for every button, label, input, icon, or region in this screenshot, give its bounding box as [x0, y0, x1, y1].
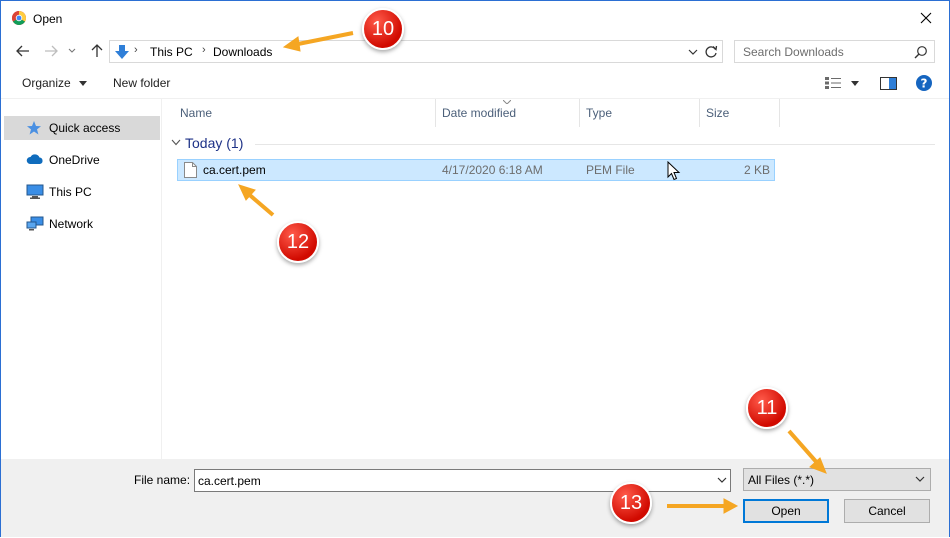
chevron-down-icon[interactable]: [716, 473, 728, 487]
chevron-down-icon: [68, 48, 76, 53]
column-header-type[interactable]: Type: [580, 99, 700, 127]
nav-item-onedrive[interactable]: OneDrive: [4, 148, 160, 172]
chevron-down-icon: [915, 476, 925, 482]
file-name-input[interactable]: ca.cert.pem: [194, 469, 731, 492]
address-bar[interactable]: › This PC › Downloads: [109, 40, 723, 63]
column-header-date-modified[interactable]: Date modified: [436, 99, 580, 127]
open-button[interactable]: Open: [743, 499, 829, 523]
chrome-icon: [12, 11, 26, 25]
command-bar: Organize New folder ?: [1, 67, 949, 99]
chevron-down-icon[interactable]: [171, 139, 181, 147]
network-icon: [26, 216, 44, 231]
downloads-folder-icon: [115, 45, 129, 59]
navigation-row: › This PC › Downloads Search Downloads: [1, 35, 949, 67]
window-title: Open: [33, 12, 63, 26]
search-icon: [914, 46, 927, 59]
annotation-badge-11: 11: [746, 387, 788, 429]
file-date-cell: 4/17/2020 6:18 AM: [442, 163, 543, 177]
file-name-value: ca.cert.pem: [198, 474, 261, 488]
file-row[interactable]: ca.cert.pem 4/17/2020 6:18 AM PEM File 2…: [177, 159, 775, 181]
nav-item-label: Quick access: [49, 121, 121, 135]
nav-item-label: OneDrive: [49, 153, 100, 167]
search-input[interactable]: Search Downloads: [734, 40, 935, 63]
breadcrumb-separator-icon: ›: [202, 44, 206, 56]
file-list: Name Date modified Type Size Today (1) c…: [163, 99, 949, 459]
organize-button[interactable]: Organize: [22, 76, 88, 90]
caret-down-icon: [79, 81, 88, 87]
organize-label: Organize: [22, 76, 71, 90]
breadcrumb-this-pc[interactable]: This PC: [150, 45, 193, 59]
star-icon: [27, 121, 41, 135]
column-header-label: Name: [180, 106, 213, 120]
up-button[interactable]: [87, 41, 107, 61]
column-header-name[interactable]: Name: [163, 99, 436, 127]
new-folder-button[interactable]: New folder: [113, 76, 170, 90]
cancel-button[interactable]: Cancel: [844, 499, 930, 523]
computer-icon: [26, 184, 44, 199]
cloud-icon: [26, 154, 43, 164]
navigation-pane: Quick access OneDrive This PC Network: [1, 99, 162, 459]
nav-item-this-pc[interactable]: This PC: [4, 180, 160, 204]
group-header-today[interactable]: Today (1): [185, 135, 243, 151]
file-type-filter-value: All Files (*.*): [748, 473, 815, 487]
mouse-cursor-icon: [667, 161, 681, 181]
open-dialog: Open › This PC › Downloads Search Downlo…: [0, 0, 950, 537]
refresh-icon[interactable]: [703, 44, 719, 60]
dialog-footer: File name: ca.cert.pem All Files (*.*) O…: [1, 459, 949, 537]
file-type-cell: PEM File: [586, 163, 635, 177]
back-button[interactable]: [13, 41, 33, 61]
close-button[interactable]: [903, 1, 949, 35]
nav-item-label: This PC: [49, 185, 92, 199]
arrow-left-icon: [16, 45, 29, 57]
close-icon: [920, 12, 932, 24]
annotation-badge-12: 12: [277, 221, 319, 263]
column-header-size[interactable]: Size: [700, 99, 780, 127]
file-name-cell: ca.cert.pem: [203, 163, 266, 177]
nav-item-label: Network: [49, 217, 94, 231]
breadcrumb-separator-icon: ›: [134, 44, 138, 56]
column-header-label: Size: [706, 106, 730, 120]
group-divider: [255, 144, 935, 145]
annotation-badge-10: 10: [362, 8, 404, 50]
search-placeholder: Search Downloads: [743, 45, 844, 59]
view-options-icon[interactable]: [825, 77, 841, 89]
preview-pane-icon[interactable]: [880, 77, 897, 90]
column-header-label: Type: [586, 106, 613, 120]
svg-text:?: ?: [921, 76, 928, 90]
recent-locations-button[interactable]: [65, 41, 79, 61]
caret-down-icon[interactable]: [851, 81, 859, 86]
file-icon: [184, 162, 197, 178]
nav-item-quick-access[interactable]: Quick access: [4, 116, 160, 140]
file-size-cell: 2 KB: [743, 163, 770, 177]
column-header-label: Date modified: [442, 106, 517, 120]
breadcrumb-downloads[interactable]: Downloads: [213, 45, 272, 59]
nav-item-network[interactable]: Network: [4, 212, 160, 236]
chevron-down-icon[interactable]: [688, 45, 698, 59]
forward-button[interactable]: [41, 41, 61, 61]
title-bar: Open: [1, 1, 949, 35]
file-type-filter-select[interactable]: All Files (*.*): [743, 468, 931, 491]
file-name-label: File name:: [134, 473, 191, 487]
arrow-right-icon: [45, 45, 58, 57]
arrow-up-icon: [91, 44, 103, 57]
annotation-badge-13: 13: [610, 482, 652, 524]
help-icon[interactable]: ?: [916, 75, 932, 91]
